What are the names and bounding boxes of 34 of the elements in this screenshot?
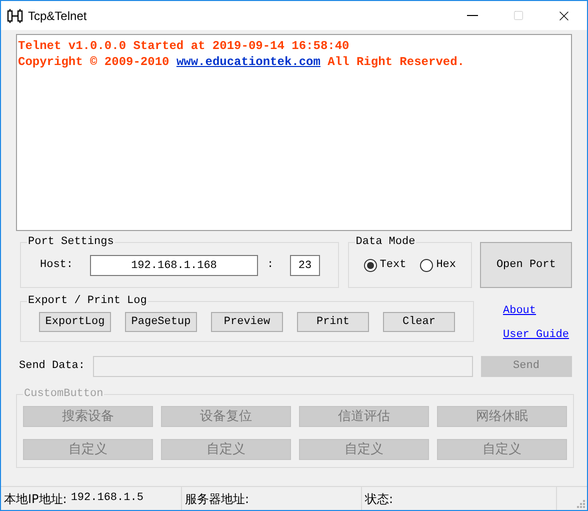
app-icon: [7, 8, 23, 24]
radio-button[interactable]: [364, 259, 377, 272]
send-data-field[interactable]: [92, 356, 472, 377]
group-title: CustomButton: [23, 388, 104, 400]
help-link[interactable]: About: [503, 303, 570, 319]
status-label: 服务器地址:: [185, 490, 250, 508]
group-title: Export / Print Log: [27, 295, 148, 307]
button[interactable]: Open Port: [480, 242, 572, 288]
button[interactable]: Print: [297, 312, 369, 332]
host-label: Host:: [40, 258, 74, 274]
button[interactable]: Preview: [211, 312, 283, 332]
host-field[interactable]: 192.168.1.168: [90, 255, 258, 276]
status-label: 本地IP地址:: [4, 490, 67, 508]
minimize-icon: [466, 15, 478, 16]
group-title: Port Settings: [27, 236, 115, 248]
maximize-icon: [512, 10, 524, 21]
button[interactable]: PageSetup: [125, 312, 197, 332]
port-field[interactable]: 23: [290, 255, 320, 276]
radio-button[interactable]: [420, 259, 434, 272]
radio-option[interactable]: Text: [364, 257, 406, 274]
resize-grip-icon: [575, 498, 585, 508]
button[interactable]: ExportLog: [39, 312, 111, 332]
group-title: Data Mode: [354, 236, 416, 248]
log-line: Telnet v1.0.0.0 Started at 2019-09-14 16:58:40: [18, 38, 350, 54]
separator: :: [267, 258, 275, 274]
radio-option[interactable]: Hex: [420, 257, 456, 274]
status-value: 192.168.1.5: [70, 491, 144, 506]
status-label: 状态:: [365, 490, 394, 508]
help-link[interactable]: User Guide: [503, 327, 570, 343]
button[interactable]: Clear: [383, 312, 455, 332]
log-line: Copyright © 2009-2010 www.educationtek.com All Right Reserved.: [18, 54, 466, 70]
send-data-label: Send Data:: [19, 359, 86, 374]
window-title: Tcp&Telnet: [28, 8, 87, 24]
website-link[interactable]: www.educationtek.com: [176, 55, 320, 69]
